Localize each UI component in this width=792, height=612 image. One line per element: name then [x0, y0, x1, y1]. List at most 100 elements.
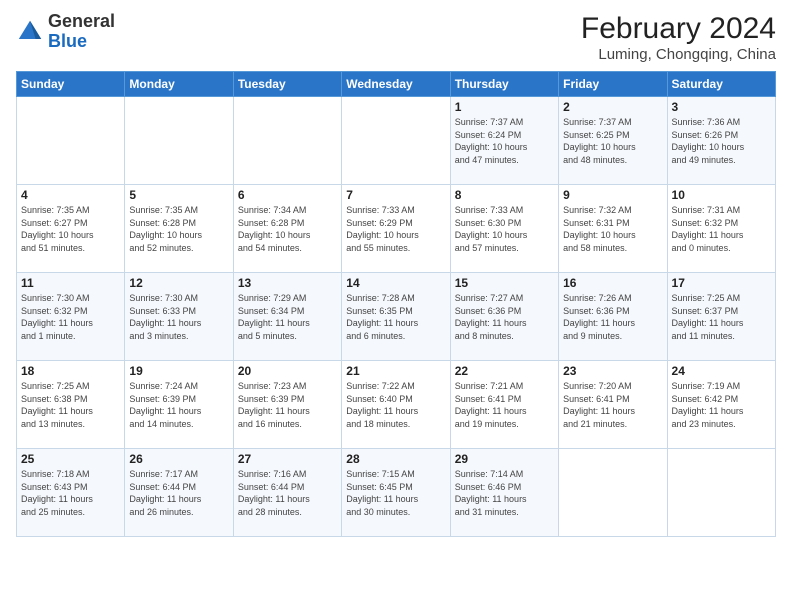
day-number: 21 [346, 364, 445, 378]
weekday-header-row: SundayMondayTuesdayWednesdayThursdayFrid… [17, 72, 776, 97]
calendar-body: 1 Sunrise: 7:37 AM Sunset: 6:24 PM Daylig… [17, 97, 776, 537]
calendar-cell: 17 Sunrise: 7:25 AM Sunset: 6:37 PM Dayli… [667, 273, 775, 361]
day-number: 3 [672, 100, 771, 114]
day-info: Sunrise: 7:15 AM Sunset: 6:45 PM Dayligh… [346, 468, 445, 518]
calendar-cell: 16Sunrise: 7:26 AM Sunset: 6:36 PM Dayli… [559, 273, 667, 361]
day-number: 23 [563, 364, 662, 378]
day-info: Sunrise: 7:29 AM Sunset: 6:34 PM Dayligh… [238, 292, 337, 342]
calendar-cell: 14 Sunrise: 7:28 AM Sunset: 6:35 PM Dayli… [342, 273, 450, 361]
day-number: 25 [21, 452, 120, 466]
calendar-cell [233, 97, 341, 185]
day-info: Sunrise: 7:16 AM Sunset: 6:44 PM Dayligh… [238, 468, 337, 518]
weekday-friday: Friday [559, 72, 667, 97]
calendar-cell [17, 97, 125, 185]
calendar-title: February 2024 [581, 12, 776, 46]
day-number: 28 [346, 452, 445, 466]
day-number: 22 [455, 364, 554, 378]
day-info: Sunrise: 7:27 AM Sunset: 6:36 PM Dayligh… [455, 292, 554, 342]
day-number: 19 [129, 364, 228, 378]
weekday-wednesday: Wednesday [342, 72, 450, 97]
day-info: Sunrise: 7:35 AM Sunset: 6:28 PM Dayligh… [129, 204, 228, 254]
calendar-week-1: 1 Sunrise: 7:37 AM Sunset: 6:24 PM Daylig… [17, 97, 776, 185]
day-info: Sunrise: 7:22 AM Sunset: 6:40 PM Dayligh… [346, 380, 445, 430]
calendar-cell: 8Sunrise: 7:33 AM Sunset: 6:30 PM Daylig… [450, 185, 558, 273]
day-info: Sunrise: 7:32 AM Sunset: 6:31 PM Dayligh… [563, 204, 662, 254]
day-info: Sunrise: 7:30 AM Sunset: 6:33 PM Dayligh… [129, 292, 228, 342]
calendar-cell: 19 Sunrise: 7:24 AM Sunset: 6:39 PM Dayli… [125, 361, 233, 449]
day-info: Sunrise: 7:37 AM Sunset: 6:25 PM Dayligh… [563, 116, 662, 166]
calendar-cell [559, 449, 667, 537]
calendar-cell: 5 Sunrise: 7:35 AM Sunset: 6:28 PM Daylig… [125, 185, 233, 273]
calendar-subtitle: Luming, Chongqing, China [581, 46, 776, 63]
day-number: 17 [672, 276, 771, 290]
day-number: 9 [563, 188, 662, 202]
day-info: Sunrise: 7:20 AM Sunset: 6:41 PM Dayligh… [563, 380, 662, 430]
day-number: 27 [238, 452, 337, 466]
day-info: Sunrise: 7:30 AM Sunset: 6:32 PM Dayligh… [21, 292, 120, 342]
calendar-cell: 26Sunrise: 7:17 AM Sunset: 6:44 PM Dayli… [125, 449, 233, 537]
day-number: 18 [21, 364, 120, 378]
title-section: February 2024 Luming, Chongqing, China [581, 12, 776, 63]
calendar-cell: 1 Sunrise: 7:37 AM Sunset: 6:24 PM Daylig… [450, 97, 558, 185]
day-number: 14 [346, 276, 445, 290]
day-info: Sunrise: 7:21 AM Sunset: 6:41 PM Dayligh… [455, 380, 554, 430]
calendar-cell: 22 Sunrise: 7:21 AM Sunset: 6:41 PM Dayli… [450, 361, 558, 449]
calendar-cell: 7Sunrise: 7:33 AM Sunset: 6:29 PM Daylig… [342, 185, 450, 273]
weekday-monday: Monday [125, 72, 233, 97]
logo-general: General [48, 11, 115, 31]
calendar-cell: 24 Sunrise: 7:19 AM Sunset: 6:42 PM Dayli… [667, 361, 775, 449]
calendar-cell: 29 Sunrise: 7:14 AM Sunset: 6:46 PM Dayli… [450, 449, 558, 537]
calendar-cell: 12Sunrise: 7:30 AM Sunset: 6:33 PM Dayli… [125, 273, 233, 361]
calendar-cell: 11Sunrise: 7:30 AM Sunset: 6:32 PM Dayli… [17, 273, 125, 361]
calendar-cell: 28 Sunrise: 7:15 AM Sunset: 6:45 PM Dayli… [342, 449, 450, 537]
calendar-cell: 23 Sunrise: 7:20 AM Sunset: 6:41 PM Dayli… [559, 361, 667, 449]
day-number: 20 [238, 364, 337, 378]
calendar-cell: 6Sunrise: 7:34 AM Sunset: 6:28 PM Daylig… [233, 185, 341, 273]
calendar-cell: 3 Sunrise: 7:36 AM Sunset: 6:26 PM Daylig… [667, 97, 775, 185]
calendar-header: SundayMondayTuesdayWednesdayThursdayFrid… [17, 72, 776, 97]
calendar-cell: 15 Sunrise: 7:27 AM Sunset: 6:36 PM Dayli… [450, 273, 558, 361]
day-info: Sunrise: 7:18 AM Sunset: 6:43 PM Dayligh… [21, 468, 120, 518]
calendar-cell: 10Sunrise: 7:31 AM Sunset: 6:32 PM Dayli… [667, 185, 775, 273]
day-number: 2 [563, 100, 662, 114]
calendar-week-3: 11Sunrise: 7:30 AM Sunset: 6:32 PM Dayli… [17, 273, 776, 361]
weekday-saturday: Saturday [667, 72, 775, 97]
day-info: Sunrise: 7:28 AM Sunset: 6:35 PM Dayligh… [346, 292, 445, 342]
header: General Blue February 2024 Luming, Chong… [16, 12, 776, 63]
day-number: 13 [238, 276, 337, 290]
day-info: Sunrise: 7:25 AM Sunset: 6:38 PM Dayligh… [21, 380, 120, 430]
calendar-cell: 21 Sunrise: 7:22 AM Sunset: 6:40 PM Dayli… [342, 361, 450, 449]
calendar-cell: 18 Sunrise: 7:25 AM Sunset: 6:38 PM Dayli… [17, 361, 125, 449]
day-number: 5 [129, 188, 228, 202]
day-number: 29 [455, 452, 554, 466]
day-number: 4 [21, 188, 120, 202]
day-number: 15 [455, 276, 554, 290]
calendar-cell [667, 449, 775, 537]
day-number: 16 [563, 276, 662, 290]
day-info: Sunrise: 7:14 AM Sunset: 6:46 PM Dayligh… [455, 468, 554, 518]
day-info: Sunrise: 7:25 AM Sunset: 6:37 PM Dayligh… [672, 292, 771, 342]
day-number: 24 [672, 364, 771, 378]
day-number: 1 [455, 100, 554, 114]
calendar-cell: 25 Sunrise: 7:18 AM Sunset: 6:43 PM Dayli… [17, 449, 125, 537]
calendar-cell: 4Sunrise: 7:35 AM Sunset: 6:27 PM Daylig… [17, 185, 125, 273]
day-info: Sunrise: 7:19 AM Sunset: 6:42 PM Dayligh… [672, 380, 771, 430]
calendar-cell: 9 Sunrise: 7:32 AM Sunset: 6:31 PM Daylig… [559, 185, 667, 273]
day-info: Sunrise: 7:36 AM Sunset: 6:26 PM Dayligh… [672, 116, 771, 166]
weekday-thursday: Thursday [450, 72, 558, 97]
day-info: Sunrise: 7:37 AM Sunset: 6:24 PM Dayligh… [455, 116, 554, 166]
logo: General Blue [16, 12, 115, 52]
weekday-tuesday: Tuesday [233, 72, 341, 97]
day-number: 6 [238, 188, 337, 202]
calendar-table: SundayMondayTuesdayWednesdayThursdayFrid… [16, 71, 776, 537]
calendar-cell: 13 Sunrise: 7:29 AM Sunset: 6:34 PM Dayli… [233, 273, 341, 361]
day-number: 8 [455, 188, 554, 202]
calendar-cell: 20 Sunrise: 7:23 AM Sunset: 6:39 PM Dayli… [233, 361, 341, 449]
day-info: Sunrise: 7:23 AM Sunset: 6:39 PM Dayligh… [238, 380, 337, 430]
day-info: Sunrise: 7:24 AM Sunset: 6:39 PM Dayligh… [129, 380, 228, 430]
logo-icon [16, 18, 44, 46]
weekday-sunday: Sunday [17, 72, 125, 97]
day-number: 10 [672, 188, 771, 202]
calendar-cell [125, 97, 233, 185]
calendar-week-5: 25 Sunrise: 7:18 AM Sunset: 6:43 PM Dayli… [17, 449, 776, 537]
